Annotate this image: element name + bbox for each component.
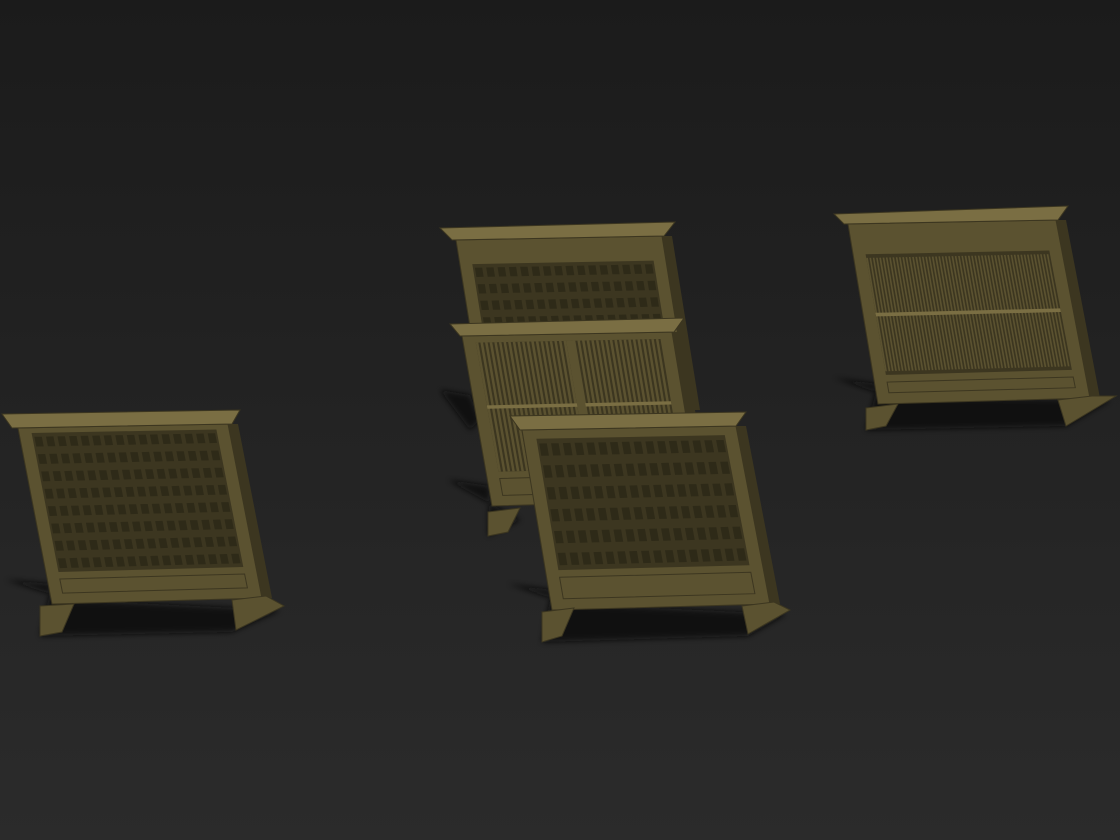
scene-canvas (1, 205, 1118, 643)
lattice-opening (511, 283, 521, 293)
lattice-opening (588, 265, 597, 275)
lattice-opening (534, 283, 543, 293)
lattice-opening (480, 300, 489, 310)
lattice-opening (636, 281, 645, 291)
lattice-opening (650, 297, 659, 307)
lattice-opening (554, 266, 563, 276)
lattice-opening (545, 282, 555, 293)
lattice-opening (590, 281, 600, 292)
lattice-opening (491, 300, 501, 310)
lattice-opening (531, 266, 541, 276)
lattice-opening (559, 299, 569, 309)
lattice-opening (576, 265, 586, 275)
lattice-opening (570, 298, 580, 309)
lattice-opening (568, 282, 577, 292)
lattice-opening (502, 300, 512, 310)
lattice-opening (602, 281, 611, 292)
lattice-opening (624, 281, 634, 291)
3d-viewport[interactable] (0, 0, 1120, 840)
lattice-opening (514, 300, 523, 310)
lattice-opening (616, 298, 625, 308)
lattice-opening (522, 283, 532, 293)
lattice-opening (474, 267, 484, 277)
lattice-opening (604, 298, 614, 308)
screen-lattice-front[interactable] (509, 411, 792, 643)
lattice-opening (477, 284, 487, 294)
lattice-opening (582, 298, 591, 309)
screen-lattice-left-foot-2 (231, 595, 286, 631)
screen-fine-slatted-right-foot-2 (1057, 395, 1118, 427)
lattice-opening (599, 265, 609, 275)
lattice-opening (525, 299, 535, 310)
lattice-opening (610, 264, 620, 275)
lattice-opening (633, 264, 643, 274)
lattice-opening (508, 266, 518, 277)
lattice-opening (593, 298, 603, 308)
lattice-opening (548, 299, 557, 309)
lattice-opening (556, 282, 566, 292)
lattice-opening (647, 280, 657, 291)
lattice-opening (536, 299, 546, 309)
lattice-opening (579, 282, 589, 292)
lattice-opening (638, 297, 648, 307)
lattice-opening (627, 297, 637, 308)
lattice-opening (565, 265, 575, 276)
screen-lattice-front-kick-panel (559, 571, 756, 600)
lattice-opening (613, 281, 623, 291)
screen-fine-slatted-right[interactable] (832, 205, 1118, 431)
lattice-opening (622, 264, 631, 275)
lattice-opening (542, 266, 552, 276)
lattice-opening (500, 283, 509, 294)
lattice-opening (488, 283, 498, 294)
screen-lattice-front-foot-2 (741, 601, 792, 635)
screen-lattice-left[interactable] (1, 409, 286, 637)
lattice-opening (644, 264, 654, 274)
lattice-opening (497, 267, 507, 277)
lattice-opening (520, 266, 529, 277)
lattice-opening (486, 267, 495, 277)
